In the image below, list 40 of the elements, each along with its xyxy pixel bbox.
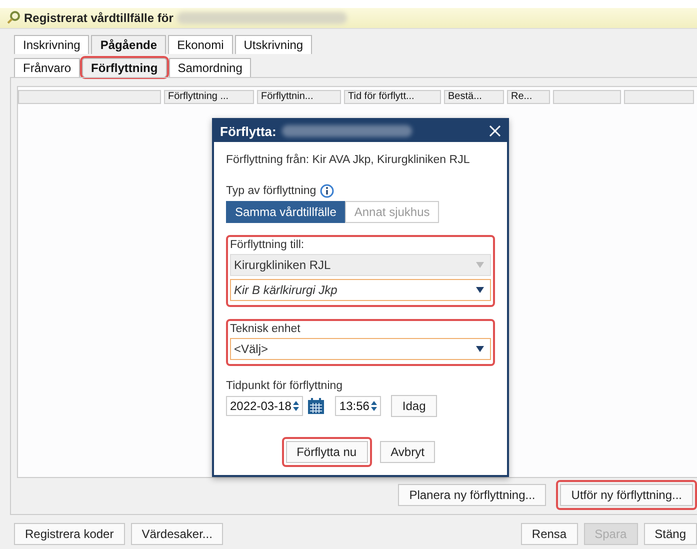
- footer-button[interactable]: Stäng: [644, 523, 697, 545]
- field-label: Förflyttning till:: [230, 239, 306, 251]
- tab[interactable]: Ekonomi: [168, 35, 233, 54]
- close-button[interactable]: [489, 125, 501, 137]
- field-label: Typ av förflyttning: [226, 185, 316, 197]
- footer-button[interactable]: Värdesaker...: [130, 523, 224, 545]
- dialog-title: Förflytta:: [220, 124, 276, 138]
- tab[interactable]: Frånvaro: [14, 58, 80, 77]
- footer-button[interactable]: Registrera koder: [14, 523, 125, 545]
- tab[interactable]: Utskrivning: [234, 35, 312, 54]
- column-header[interactable]: Bestä...: [444, 90, 504, 104]
- column-header[interactable]: Tid för förflytt...: [344, 90, 441, 104]
- column-header[interactable]: Förflyttnin...: [257, 90, 341, 104]
- dropdown-arrow-icon[interactable]: [476, 287, 484, 293]
- tab[interactable]: Inskrivning: [14, 35, 90, 54]
- dialog-button[interactable]: Förflytta nu: [286, 441, 368, 463]
- window-title: Registrerat vårdtillfälle för: [24, 11, 174, 25]
- info-icon[interactable]: [320, 184, 334, 198]
- column-header[interactable]: Förflyttning ...: [164, 90, 254, 104]
- field-label: Teknisk enhet: [230, 323, 302, 335]
- action-button[interactable]: Planera ny förflyttning...: [398, 484, 546, 506]
- action-button[interactable]: Utför ny förflyttning...: [560, 484, 693, 506]
- footer-button[interactable]: Rensa: [520, 523, 578, 545]
- spinner-icon[interactable]: [371, 400, 378, 412]
- dropdown[interactable]: Kir B kärlkirurgi Jkp: [230, 279, 491, 301]
- calendar-icon[interactable]: [307, 397, 326, 415]
- tab[interactable]: Pågående: [91, 35, 166, 54]
- tab[interactable]: Förflyttning: [82, 58, 167, 77]
- dialog-button[interactable]: Avbryt: [380, 441, 436, 463]
- field-label: Tidpunkt för förflyttning: [226, 380, 343, 392]
- date-field[interactable]: 2022-03-18: [226, 396, 304, 416]
- dropdown-arrow-icon[interactable]: [476, 346, 484, 352]
- tab[interactable]: Samordning: [168, 58, 252, 77]
- time-field[interactable]: 13:56: [335, 396, 382, 416]
- column-header[interactable]: Re...: [507, 90, 550, 104]
- spinner-icon[interactable]: [293, 400, 300, 412]
- segment-option[interactable]: Samma vårdtillfälle: [226, 201, 346, 223]
- today-button[interactable]: Idag: [391, 395, 437, 417]
- dropdown[interactable]: <Välj>: [230, 338, 491, 360]
- transfer-from-text: Förflyttning från: Kir AVA Jkp, Kirurgkliniken RJL: [226, 154, 471, 166]
